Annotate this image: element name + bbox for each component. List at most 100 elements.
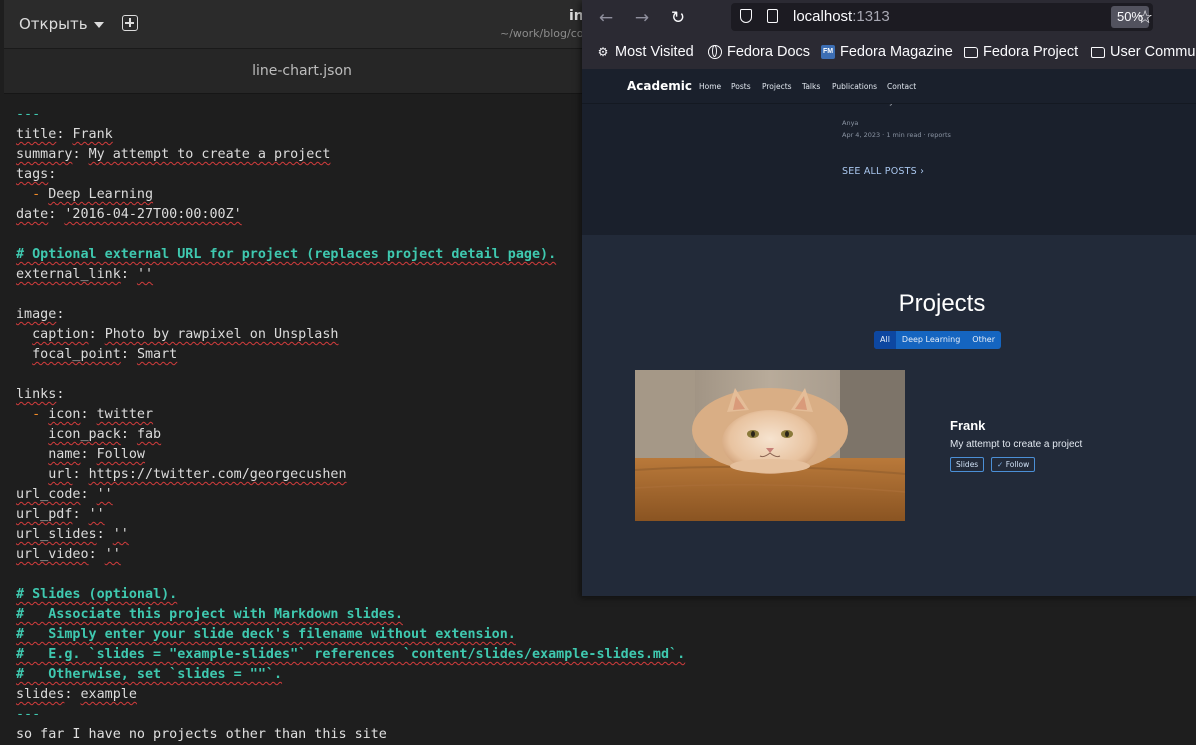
filter-all[interactable]: All [874, 331, 896, 349]
code-token: - [32, 187, 41, 202]
slides-button[interactable]: Slides [950, 457, 985, 472]
code-token: icon_pack [48, 427, 121, 442]
bookmark-label: Fedora Magazine [840, 44, 953, 60]
code-token: Photo by rawpixel on Unsplash [104, 327, 339, 342]
code-token: https://twitter.com/georgecushen [88, 467, 347, 482]
code-token: slides [16, 687, 65, 702]
nav-posts[interactable]: Posts [731, 82, 751, 91]
bookmarks-toolbar: ⚙ Most Visited Fedora Docs FM Fedora Mag… [582, 38, 1196, 68]
forward-arrow-icon[interactable]: → [632, 8, 652, 28]
code-token: # Simply enter your slide deck's filenam… [16, 627, 516, 642]
post-author[interactable]: Anya [842, 119, 858, 127]
code-token: : [120, 347, 137, 362]
nav-talks[interactable]: Talks [802, 82, 820, 91]
folder-icon [1091, 46, 1105, 58]
reload-icon[interactable]: ↻ [668, 8, 688, 28]
code-line: # Otherwise, set `slides = ""`. [16, 665, 685, 685]
code-token: summary [16, 147, 73, 162]
code-token: tags [16, 167, 49, 182]
follow-label: Follow [1005, 460, 1030, 469]
code-token: # E.g. `slides = "example-slides"` refer… [16, 647, 686, 662]
code-token: so far I have no projects other than thi… [16, 727, 387, 742]
open-button[interactable]: Открыть [12, 10, 111, 38]
project-summary: My attempt to create a project [950, 439, 1083, 450]
code-token: external_link [16, 267, 121, 282]
code-token: : [64, 687, 81, 702]
fm-icon: FM [821, 45, 835, 59]
bookmark-fedora-project[interactable]: Fedora Project [964, 44, 1078, 60]
code-token: caption [32, 327, 89, 342]
code-token: : [56, 127, 73, 142]
code-line: so far I have no projects other than thi… [16, 725, 685, 745]
twitter-icon: ✓ [997, 460, 1004, 469]
code-token: twitter [96, 407, 154, 422]
bookmark-fedora-docs[interactable]: Fedora Docs [708, 44, 810, 60]
bookmark-fedora-magazine[interactable]: FM Fedora Magazine [821, 44, 953, 60]
code-token: : [48, 207, 65, 222]
code-token: '' [104, 547, 121, 562]
code-token: : [88, 327, 105, 342]
code-token: date [16, 207, 49, 222]
code-token: : [96, 527, 113, 542]
url-host: localhost [793, 8, 853, 25]
code-token: # Slides (optional). [16, 587, 178, 602]
code-line: slides: example [16, 685, 685, 705]
globe-icon [708, 45, 722, 59]
tab-line-chart-json[interactable]: line-chart.json [4, 63, 600, 79]
code-token: : [88, 547, 105, 562]
code-token: : [48, 167, 57, 182]
project-title[interactable]: Frank [950, 418, 985, 433]
open-button-label: Открыть [19, 15, 88, 33]
see-all-posts-link[interactable]: SEE ALL POSTS › [842, 166, 924, 177]
code-token: url_video [16, 547, 89, 562]
code-token: : [80, 447, 97, 462]
filter-deep-learning[interactable]: Deep Learning [896, 331, 966, 349]
bookmark-label: Most Visited [615, 44, 694, 60]
back-arrow-icon[interactable]: ← [596, 8, 616, 28]
page-icon[interactable] [767, 9, 778, 23]
browser-window: ← → ↻ localhost:1313 50% ☆ ⚙ Most Visite… [582, 0, 1196, 596]
bookmark-label: Fedora Project [983, 44, 1079, 60]
site-navbar: Academic Home Posts Projects Talks Publi… [582, 69, 1196, 104]
nav-home[interactable]: Home [699, 82, 721, 91]
code-token: url_pdf [16, 507, 73, 522]
code-token: '' [136, 267, 154, 282]
site-brand[interactable]: Academic [627, 79, 692, 93]
see-all-label: SEE ALL POSTS [842, 166, 917, 177]
code-token: --- [16, 707, 41, 722]
folder-icon [964, 46, 978, 58]
code-line: # E.g. `slides = "example-slides"` refer… [16, 645, 685, 665]
bookmark-most-visited[interactable]: ⚙ Most Visited [596, 44, 694, 60]
code-token: : [80, 407, 97, 422]
code-token: url [48, 467, 73, 482]
code-token: : [120, 427, 137, 442]
shield-icon[interactable] [740, 9, 752, 23]
bookmark-user-community[interactable]: User Commu [1091, 44, 1195, 60]
nav-publications[interactable]: Publications [832, 82, 877, 91]
code-token: url_code [16, 487, 81, 502]
address-bar[interactable]: localhost:1313 50% [731, 3, 1153, 31]
code-token: icon [48, 407, 81, 422]
code-token: '' [96, 487, 113, 502]
new-tab-icon[interactable] [122, 15, 138, 31]
code-line: --- [16, 705, 685, 725]
code-token: --- [16, 107, 41, 122]
code-token: : [120, 267, 137, 282]
code-token: # Optional external URL for project (rep… [16, 247, 557, 262]
nav-contact[interactable]: Contact [887, 82, 916, 91]
code-token: Follow [96, 447, 145, 462]
code-token: fab [136, 427, 162, 442]
project-filter-group: All Deep Learning Other [874, 331, 1001, 349]
code-token: : [72, 507, 89, 522]
filter-other[interactable]: Other [966, 331, 1001, 349]
star-icon[interactable]: ☆ [1137, 7, 1153, 28]
code-line: # Associate this project with Markdown s… [16, 605, 685, 625]
code-token: : [72, 147, 89, 162]
chevron-down-icon [93, 22, 104, 28]
nav-projects[interactable]: Projects [762, 82, 792, 91]
follow-button[interactable]: ✓ Follow [991, 457, 1036, 472]
project-image-cat[interactable] [635, 370, 905, 521]
url-text: localhost:1313 [793, 8, 890, 25]
